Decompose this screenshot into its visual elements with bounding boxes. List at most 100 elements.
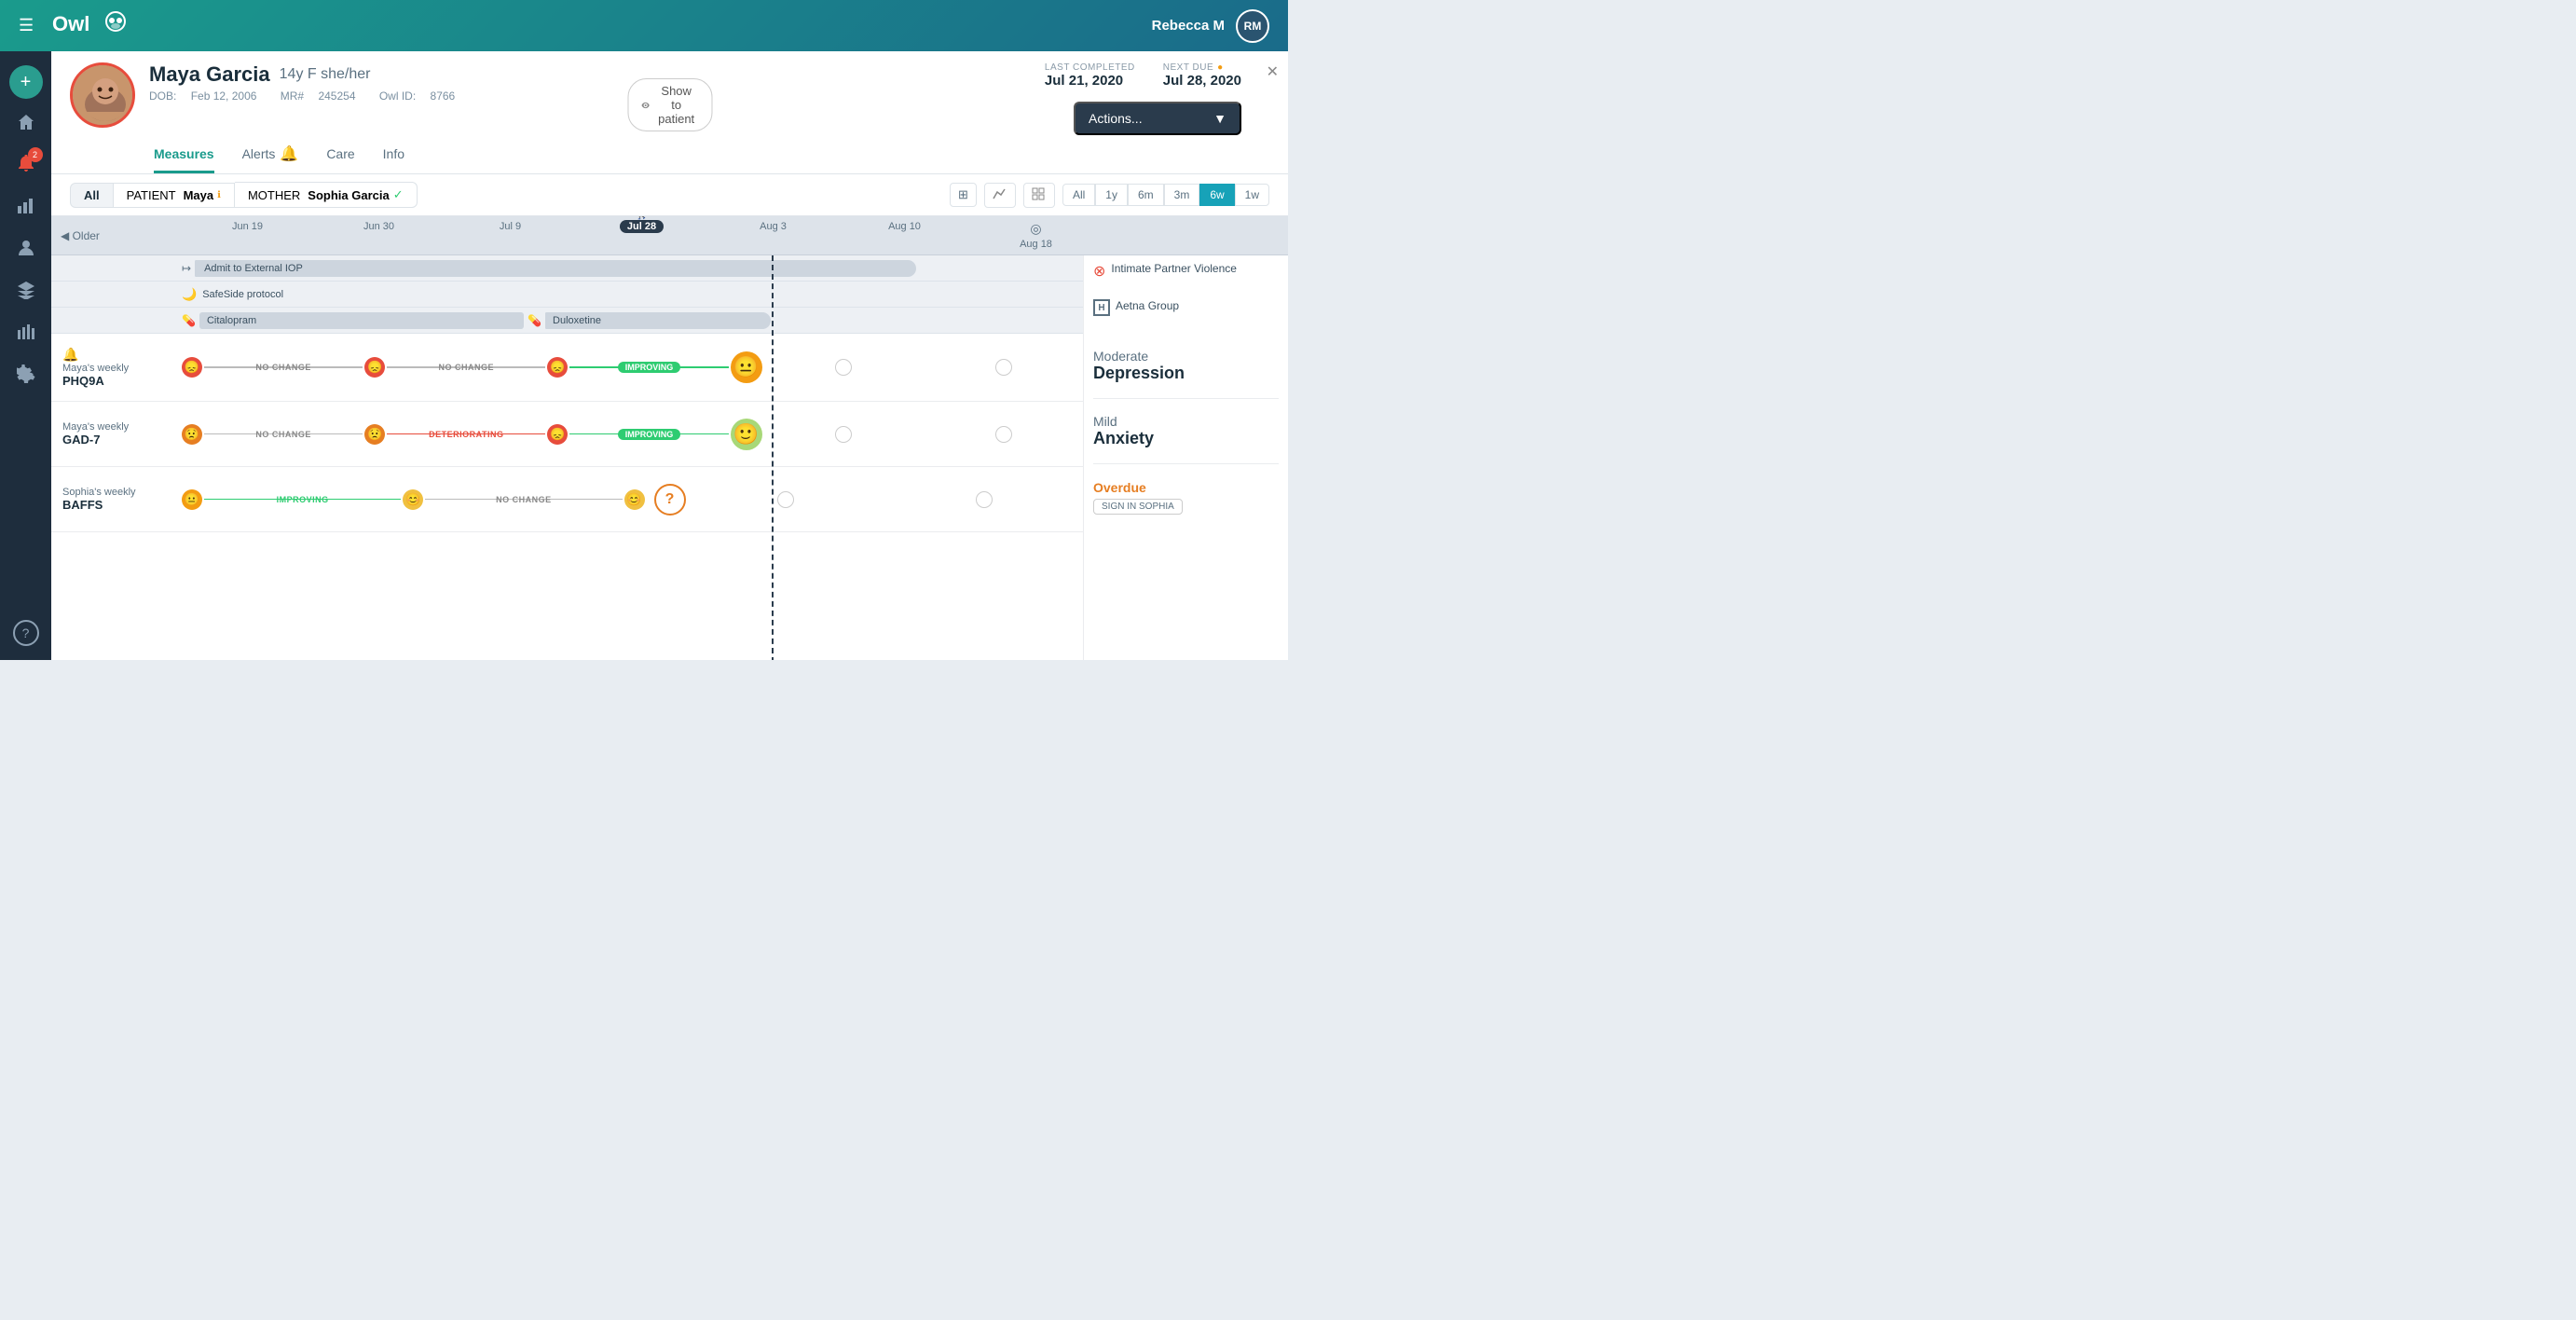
date-jun30: Jun 30 [313, 221, 445, 250]
duloxetine-pill-icon: 💊 [528, 314, 541, 327]
right-ipv: ⊗ Intimate Partner Violence [1093, 262, 1279, 281]
phq9a-chart: 😞 NO CHANGE 😞 NO CHANGE 😞 [182, 351, 1083, 383]
sidebar-item-reports[interactable] [7, 313, 45, 351]
sign-in-sophia-button[interactable]: SIGN IN SOPHIA [1093, 499, 1183, 515]
right-panel: ⊗ Intimate Partner Violence H Aetna Grou… [1083, 255, 1288, 660]
respondent-all[interactable]: All [70, 183, 114, 208]
time-1w[interactable]: 1w [1235, 184, 1269, 206]
respondent-all-label: All [84, 188, 100, 202]
ipv-label: Intimate Partner Violence [1111, 262, 1237, 277]
plan-row-meds: 💊 Citalopram 💊 Duloxetine [51, 308, 1083, 334]
tab-measures-label: Measures [154, 146, 214, 161]
patient-owl-id: 8766 [431, 89, 456, 103]
sidebar-item-settings[interactable] [7, 355, 45, 392]
patient-mr: 245254 [318, 89, 355, 103]
baffs-face1: 😐 [182, 489, 202, 510]
baffs-respondent: Sophia's weekly [62, 487, 182, 498]
baffs-label: Sophia's weekly BAFFS [51, 487, 182, 512]
add-button[interactable]: + [9, 65, 43, 99]
baffs-face3: 😊 [624, 489, 645, 510]
phq9a-severity-bold: Depression [1093, 364, 1279, 383]
gad7-future2 [925, 426, 1083, 443]
older-nav[interactable]: ◀ Older [61, 229, 100, 242]
show-to-patient-label: Show to patient [654, 84, 698, 126]
date-aug10: Aug 10 [839, 221, 970, 250]
gad7-future1 [764, 426, 923, 443]
next-due-label: NEXT DUE [1163, 62, 1213, 73]
patient-header: Maya Garcia 14y F she/her DOB: Feb 12, 2… [51, 51, 1288, 174]
phq9a-respondent: Maya's weekly [62, 363, 182, 374]
time-3m[interactable]: 3m [1164, 184, 1200, 206]
time-6m[interactable]: 6m [1128, 184, 1164, 206]
respondent-mother[interactable]: MOTHER Sophia Garcia ✓ [235, 182, 418, 208]
plan-bar-meds: 💊 Citalopram 💊 Duloxetine [182, 312, 1083, 329]
sidebar-item-layers[interactable] [7, 271, 45, 309]
gad7-trend1: NO CHANGE [255, 430, 311, 439]
patient-dob: Feb 12, 2006 [191, 89, 257, 103]
time-6w[interactable]: 6w [1199, 184, 1234, 206]
gad7-face2: 😟 [364, 424, 385, 445]
gad7-chart: 😟 NO CHANGE 😟 DETERIORATING 😞 [182, 419, 1083, 450]
plan-row-iop: ↦ Admit to External IOP [51, 255, 1083, 282]
next-due-icon: ● [1217, 62, 1224, 73]
respondent-patient[interactable]: PATIENT Maya ℹ [114, 183, 235, 208]
hamburger-menu[interactable]: ☰ [19, 16, 34, 35]
duloxetine-label: Duloxetine [553, 315, 601, 326]
gad7-name: GAD-7 [62, 433, 182, 447]
phq9a-face1: 😞 [182, 357, 202, 378]
gad7-respondent: Maya's weekly [62, 421, 182, 433]
tab-info-label: Info [383, 146, 404, 161]
tab-care[interactable]: Care [326, 144, 354, 173]
gad7-face3: 😞 [547, 424, 568, 445]
keys-view-button[interactable]: ⊞ [950, 183, 977, 207]
phq9a-bell-icon: 🔔 [62, 347, 78, 363]
phq9a-label: 🔔 Maya's weekly PHQ9A [51, 347, 182, 388]
gad7-severity: Mild Anxiety [1093, 399, 1279, 464]
plan-bar-safeside: 🌙 SafeSide protocol [182, 287, 1083, 302]
baffs-overdue-circle: ? [654, 484, 686, 516]
baffs-chart: 😐 IMPROVING 😊 NO CHANGE 😊 [182, 484, 1083, 516]
line-view-button[interactable] [984, 183, 1016, 208]
close-button[interactable]: ✕ [1267, 62, 1279, 81]
user-name: Rebecca M [1152, 18, 1225, 34]
tab-info[interactable]: Info [383, 144, 404, 173]
measure-row-gad7: Maya's weekly GAD-7 😟 NO CHANGE 😟 [51, 402, 1083, 467]
grid-view-button[interactable] [1023, 183, 1055, 208]
aetna-label: Aetna Group [1116, 299, 1179, 312]
actions-chevron-icon: ▼ [1213, 111, 1226, 126]
sidebar-item-help[interactable]: ? [13, 620, 39, 646]
show-to-patient-button[interactable]: Show to patient [627, 78, 712, 131]
sidebar-item-home[interactable] [7, 103, 45, 141]
plan-row-safeside: 🌙 SafeSide protocol [51, 282, 1083, 308]
patient-age: 14y F she/her [280, 66, 371, 83]
gad7-severity-bold: Anxiety [1093, 429, 1279, 448]
walker-icon: 🚶 [633, 216, 651, 221]
sidebar-item-analytics[interactable] [7, 187, 45, 225]
gad7-current-face: 🙂 [731, 419, 762, 450]
baffs-trend2: NO CHANGE [496, 495, 552, 504]
time-1y[interactable]: 1y [1095, 184, 1128, 206]
actions-button[interactable]: Actions... ▼ [1074, 102, 1241, 135]
target-icon: ◎ [970, 221, 1102, 237]
sidebar-item-notifications[interactable]: 2 [7, 145, 45, 183]
sidebar-item-patients[interactable] [7, 229, 45, 267]
svg-text:Owl: Owl [52, 12, 89, 35]
tab-care-label: Care [326, 146, 354, 161]
gad7-trend3: IMPROVING [618, 429, 681, 440]
phq9a-face2: 😞 [364, 357, 385, 378]
time-all[interactable]: All [1062, 184, 1095, 206]
patient-dob-label: DOB: [149, 89, 176, 103]
phq9a-trend3: IMPROVING [618, 362, 681, 373]
gad7-trend2: DETERIORATING [429, 430, 503, 439]
tab-alerts[interactable]: Alerts 🔔 [242, 144, 299, 173]
next-due-date: Jul 28, 2020 [1163, 73, 1241, 89]
date-aug3: Aug 3 [707, 221, 839, 250]
safeside-moon-icon: 🌙 [182, 287, 197, 302]
respondent-tabs: All PATIENT Maya ℹ MOTHER Sophia Garcia … [70, 182, 418, 208]
chart-area: ◀ Older Jun 19 Jun 30 Jul 9 🚶 Jul 28 Aug… [51, 216, 1288, 660]
mother-tab-label: MOTHER [248, 188, 300, 202]
alerts-bell-icon: 🔔 [280, 144, 298, 163]
phq9a-trend1: NO CHANGE [255, 363, 311, 372]
user-avatar[interactable]: RM [1236, 9, 1269, 43]
tab-measures[interactable]: Measures [154, 144, 214, 173]
